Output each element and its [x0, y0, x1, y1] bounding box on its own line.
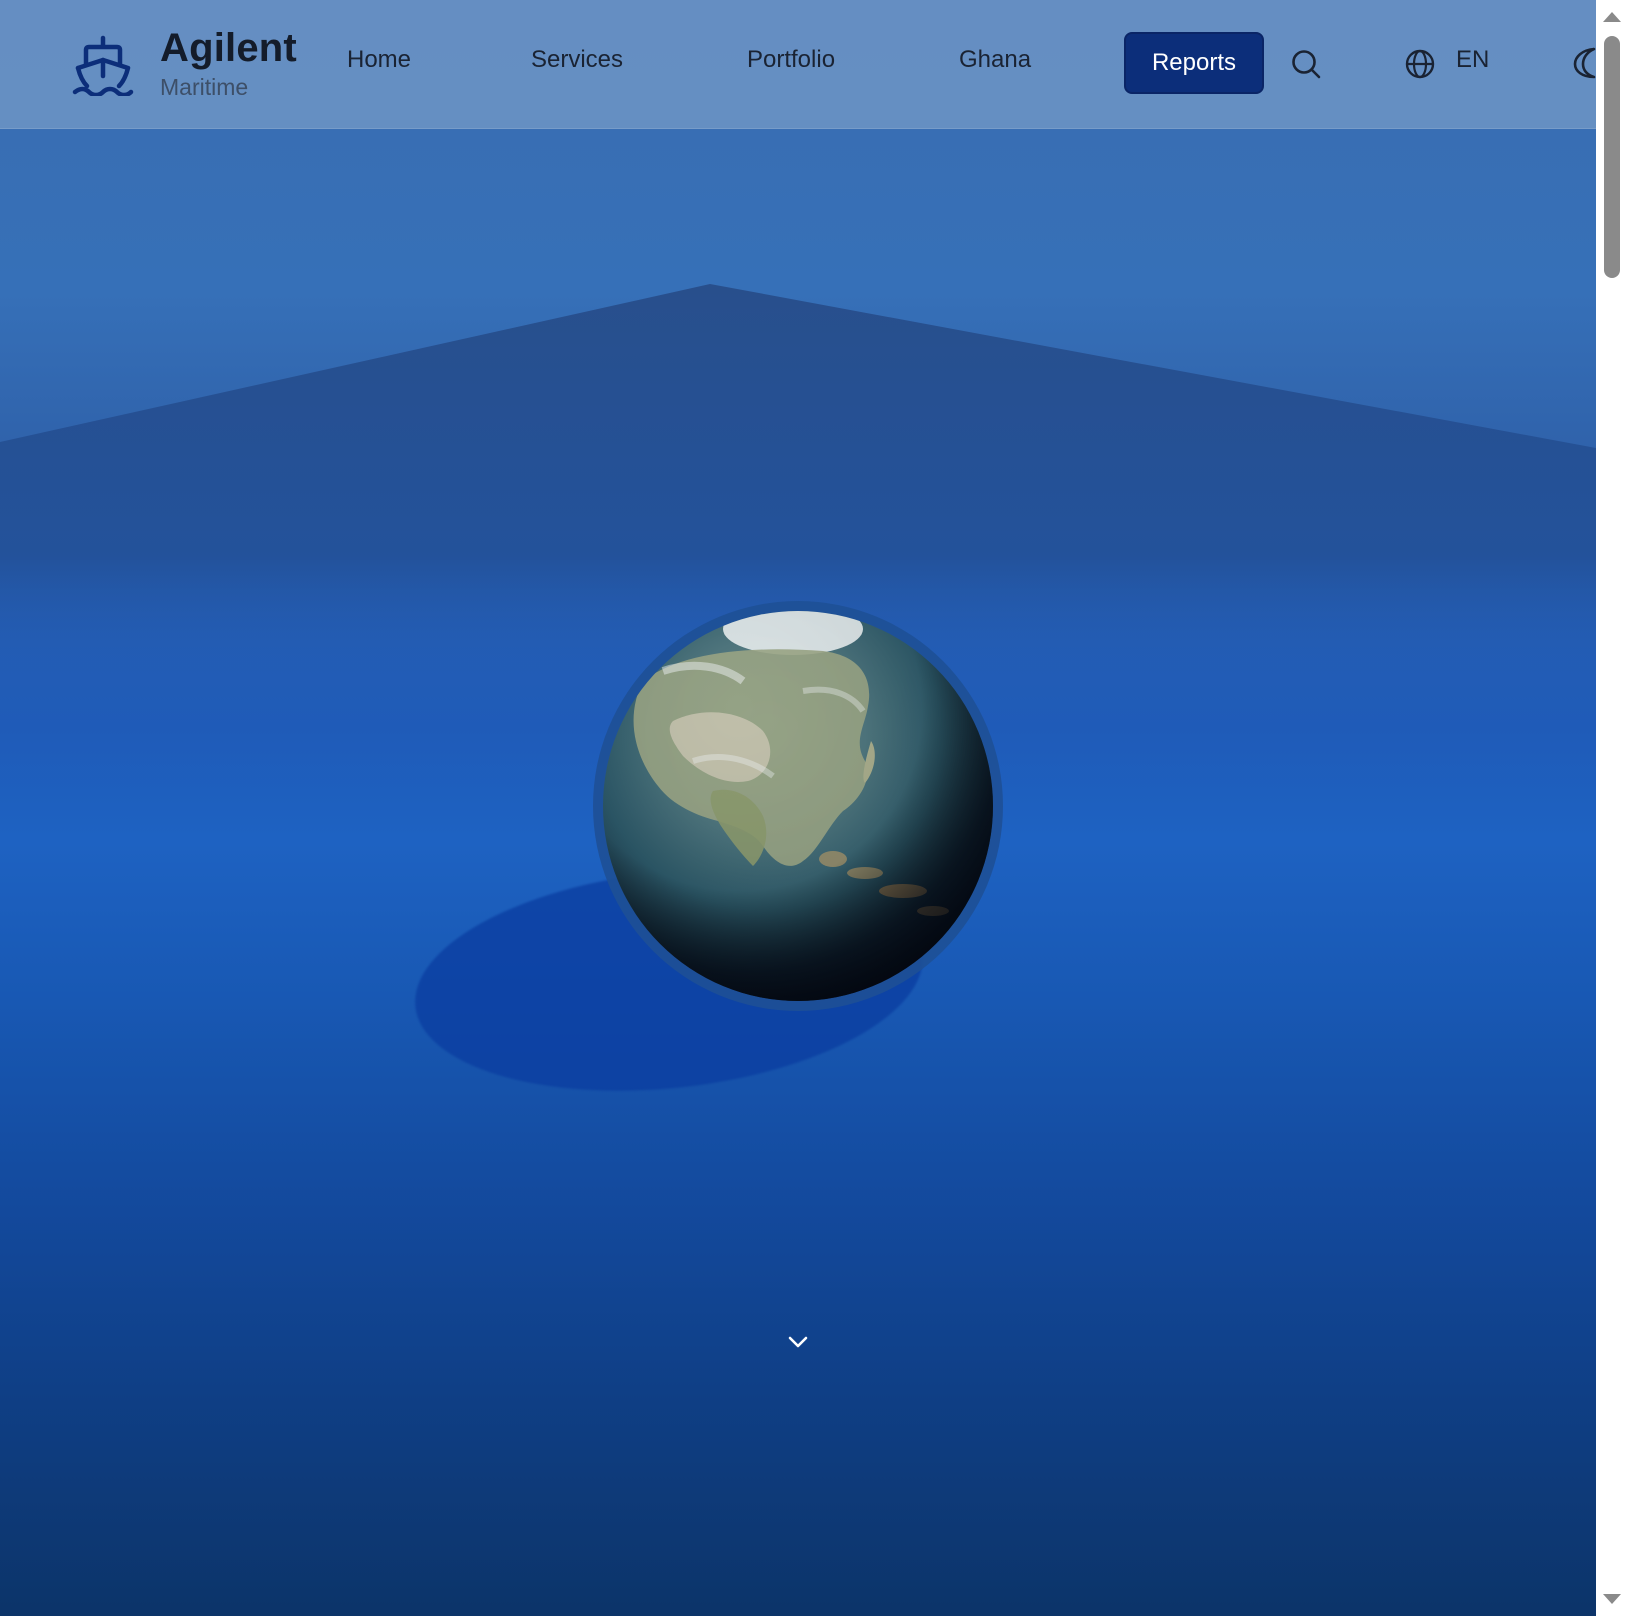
globe-icon[interactable]: [1404, 48, 1436, 80]
moon-icon[interactable]: [1568, 46, 1596, 80]
language-label[interactable]: EN: [1456, 46, 1489, 74]
ship-icon[interactable]: [72, 34, 134, 96]
reports-button[interactable]: Reports: [1124, 32, 1264, 94]
search-icon[interactable]: [1290, 48, 1322, 80]
nav-services[interactable]: Services: [531, 46, 623, 74]
chevron-down-icon[interactable]: [786, 1330, 810, 1354]
brand-subtitle: Maritime: [160, 74, 249, 100]
nav-ghana[interactable]: Ghana: [959, 46, 1031, 74]
site-header: Agilent Maritime Home Services Portfolio…: [0, 0, 1596, 129]
scroll-up-arrow[interactable]: [1603, 12, 1621, 22]
brand-name[interactable]: Agilent: [160, 26, 297, 71]
earth-globe: [603, 611, 993, 1001]
nav-home[interactable]: Home: [347, 46, 411, 74]
scroll-down-arrow[interactable]: [1603, 1594, 1621, 1604]
nav-portfolio[interactable]: Portfolio: [747, 46, 835, 74]
scroll-thumb[interactable]: [1604, 36, 1620, 278]
vertical-scrollbar[interactable]: [1596, 0, 1626, 1616]
hero-section: Agilent Maritime Home Services Portfolio…: [0, 0, 1596, 1616]
